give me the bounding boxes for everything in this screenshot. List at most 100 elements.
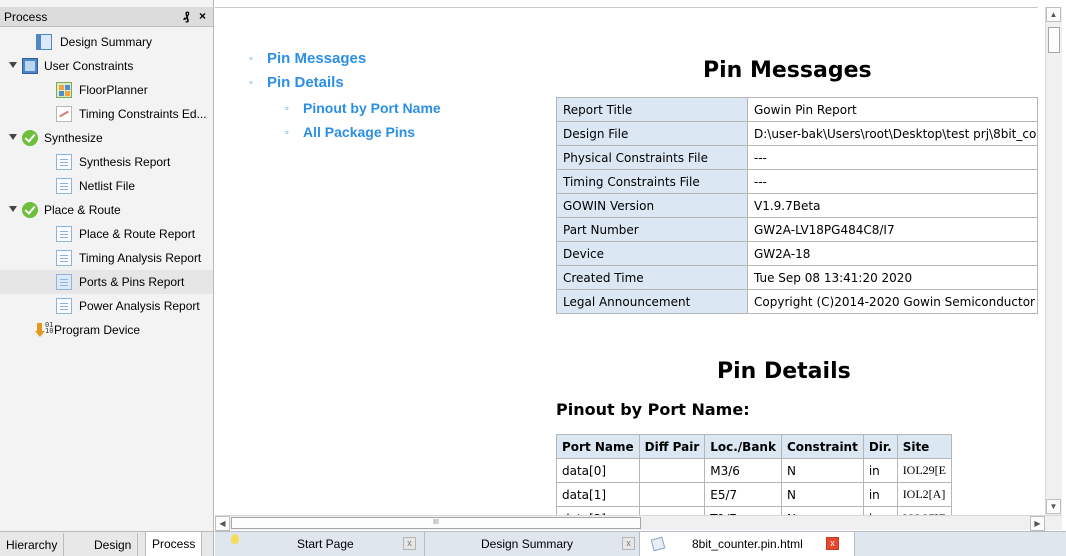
scroll-right-button[interactable]: ▶ bbox=[1030, 516, 1045, 531]
tree-item-label: Power Analysis Report bbox=[79, 299, 200, 313]
pinout-row: data[2] T1/7NinIOL27[E bbox=[556, 506, 953, 515]
messages-key-cell: Design File bbox=[556, 121, 748, 146]
vertical-scroll-thumb[interactable] bbox=[1048, 27, 1060, 53]
messages-value-cell: Copyright (C)2014-2020 Gowin Semiconduct… bbox=[747, 289, 1038, 314]
pinout-header-cell: Loc./Bank bbox=[704, 434, 782, 459]
tree-item-label: Timing Constraints Ed... bbox=[79, 107, 207, 121]
panel-title: Process bbox=[4, 10, 48, 24]
pinout-cell: in bbox=[862, 482, 898, 507]
tab-start-page[interactable]: Start Page x bbox=[215, 532, 425, 556]
tab-process[interactable]: Process bbox=[145, 532, 203, 556]
close-icon[interactable]: x bbox=[403, 537, 416, 550]
close-icon[interactable]: x bbox=[622, 537, 635, 550]
tree-item-label: Design Summary bbox=[60, 35, 153, 49]
tree-item-program-device[interactable]: 01 10 Program Device bbox=[0, 318, 213, 342]
tab-label: 8bit_counter.pin.html bbox=[692, 537, 803, 551]
floorplanner-icon bbox=[56, 82, 72, 98]
messages-row: Report Title Gowin Pin Report bbox=[556, 97, 1038, 122]
tree-item-synthesize[interactable]: Synthesize bbox=[0, 126, 213, 150]
messages-row: Design File D:\user-bak\Users\root\Deskto… bbox=[556, 121, 1038, 146]
horizontal-scroll-thumb[interactable]: III bbox=[231, 517, 641, 529]
vertical-scrollbar[interactable]: ▲ ▼ bbox=[1045, 7, 1062, 515]
toc-link-label: Pin Details bbox=[267, 74, 344, 91]
tab-pin-report[interactable]: 8bit_counter.pin.html x bbox=[640, 532, 855, 556]
toc-link-pin-details[interactable]: ◦ Pin Details bbox=[249, 74, 344, 91]
messages-value-cell: Gowin Pin Report bbox=[747, 97, 1038, 122]
pinout-cell bbox=[638, 506, 706, 515]
pinout-header-cell: Constraint bbox=[780, 434, 864, 459]
tree-item-power-analysis-report[interactable]: Power Analysis Report bbox=[0, 294, 213, 318]
tree-item-design-summary[interactable]: Design Summary bbox=[0, 30, 213, 54]
tab-hierarchy[interactable]: Hierarchy bbox=[0, 533, 65, 556]
pinout-cell: data[1] bbox=[556, 482, 640, 507]
messages-key-cell: Timing Constraints File bbox=[556, 169, 748, 194]
panel-header: Process ₰ × bbox=[0, 7, 213, 27]
tab-design-summary[interactable]: Design Summary x bbox=[425, 532, 640, 556]
messages-key-cell: Created Time bbox=[556, 265, 748, 290]
toc-link-pinout-by-port-name[interactable]: ◦ Pinout by Port Name bbox=[285, 100, 441, 116]
expand-arrow-icon[interactable] bbox=[9, 134, 17, 140]
tree-item-label: Netlist File bbox=[79, 179, 136, 193]
summary-icon bbox=[36, 34, 52, 50]
document-icon bbox=[56, 298, 72, 314]
tree-item-label: Timing Analysis Report bbox=[79, 251, 202, 265]
tree-item-label: Synthesize bbox=[44, 131, 103, 145]
pinout-cell bbox=[638, 458, 706, 483]
tree-item-floorplanner[interactable]: FloorPlanner bbox=[0, 78, 213, 102]
program-bits: 01 10 bbox=[45, 321, 54, 335]
pinout-header-cell: Diff Pair bbox=[638, 434, 706, 459]
tree-item-label: User Constraints bbox=[44, 59, 134, 73]
pinout-cell: IOL2[A] bbox=[896, 482, 953, 507]
pinout-header-cell: Dir. bbox=[862, 434, 898, 459]
tree-item-timing-constraints-editor[interactable]: Timing Constraints Ed... bbox=[0, 102, 213, 126]
pinout-subheading: Pinout by Port Name: bbox=[556, 400, 750, 419]
messages-row: Physical Constraints File --- bbox=[556, 145, 1038, 170]
messages-key-cell: Physical Constraints File bbox=[556, 145, 748, 170]
messages-value-cell: --- bbox=[747, 169, 1038, 194]
tree-item-label: Synthesis Report bbox=[79, 155, 171, 169]
horizontal-scrollbar[interactable]: ◀ III ▶ bbox=[215, 515, 1062, 531]
tree-item-netlist-file[interactable]: Netlist File bbox=[0, 174, 213, 198]
pinout-cell: IOL29[E bbox=[896, 458, 953, 483]
lightbulb-icon bbox=[231, 534, 239, 544]
document-icon bbox=[56, 154, 72, 170]
scroll-down-button[interactable]: ▼ bbox=[1046, 499, 1061, 514]
document-icon bbox=[56, 226, 72, 242]
tree-item-user-constraints[interactable]: User Constraints bbox=[0, 54, 213, 78]
toc-link-all-package-pins[interactable]: ◦ All Package Pins bbox=[285, 124, 415, 140]
tree-item-place-route-report[interactable]: Place & Route Report bbox=[0, 222, 213, 246]
bullet-icon: ◦ bbox=[249, 53, 253, 65]
tree-item-label: Ports & Pins Report bbox=[79, 275, 185, 289]
messages-value-cell: --- bbox=[747, 145, 1038, 170]
expand-arrow-icon[interactable] bbox=[9, 62, 17, 68]
bullet-icon: ◦ bbox=[249, 77, 253, 89]
toc-link-pin-messages[interactable]: ◦ Pin Messages bbox=[249, 50, 367, 67]
constraints-icon bbox=[22, 58, 38, 74]
pinout-row: data[1] E5/7 Nin IOL2[A] bbox=[556, 482, 953, 507]
tree-item-synthesis-report[interactable]: Synthesis Report bbox=[0, 150, 213, 174]
panel-tabs: Hierarchy Design Process bbox=[0, 531, 213, 556]
pinout-cell: in bbox=[862, 458, 898, 483]
tree-item-ports-pins-report[interactable]: Ports & Pins Report bbox=[0, 270, 213, 294]
messages-value-cell: GW2A-LV18PG484C8/I7 bbox=[747, 217, 1038, 242]
messages-row: Device GW2A-18 bbox=[556, 241, 1038, 266]
messages-key-cell: Part Number bbox=[556, 217, 748, 242]
pinout-cell: E5/7 bbox=[704, 482, 782, 507]
scroll-up-button[interactable]: ▲ bbox=[1046, 7, 1061, 22]
panel-controls[interactable]: ₰ × bbox=[183, 9, 209, 23]
messages-value-cell: V1.9.7Beta bbox=[747, 193, 1038, 218]
tab-label: Start Page bbox=[297, 537, 354, 551]
expand-arrow-icon[interactable] bbox=[9, 206, 17, 212]
messages-row: Part Number GW2A-LV18PG484C8/I7 bbox=[556, 217, 1038, 242]
messages-key-cell: GOWIN Version bbox=[556, 193, 748, 218]
tree-item-timing-analysis-report[interactable]: Timing Analysis Report bbox=[0, 246, 213, 270]
tree-item-place-route[interactable]: Place & Route bbox=[0, 198, 213, 222]
pinout-cell: IOL27[E bbox=[896, 506, 953, 515]
messages-row: GOWIN Version V1.9.7Beta bbox=[556, 193, 1038, 218]
close-icon[interactable]: x bbox=[826, 537, 839, 550]
tab-design[interactable]: Design bbox=[88, 533, 139, 556]
toc-link-label: Pin Messages bbox=[267, 50, 367, 67]
scroll-left-button[interactable]: ◀ bbox=[215, 516, 230, 531]
document-icon bbox=[56, 178, 72, 194]
tree-item-label: FloorPlanner bbox=[79, 83, 148, 97]
